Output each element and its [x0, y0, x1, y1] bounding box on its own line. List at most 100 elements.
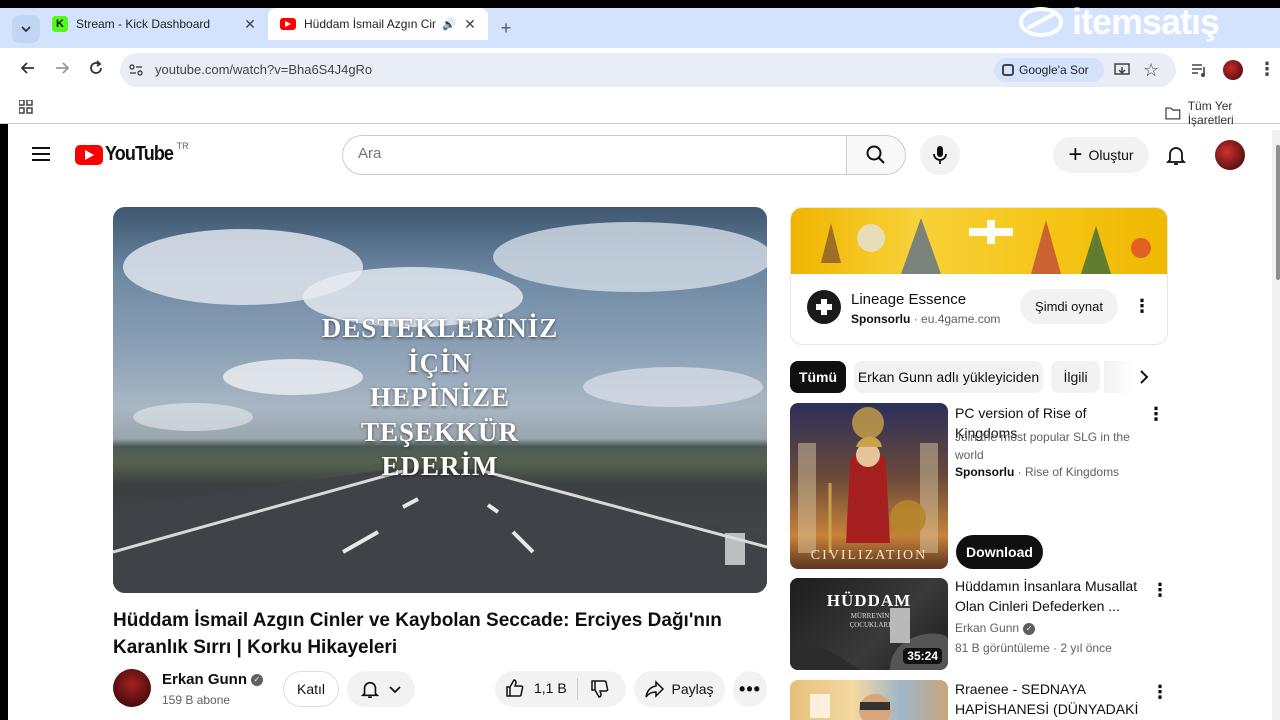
bookmark-star-icon[interactable]: ☆	[1143, 60, 1159, 81]
thumbs-up-icon	[506, 679, 524, 697]
chevron-down-icon	[21, 26, 31, 33]
ad-card[interactable]: Lineage Essence Sponsorlu · eu.4game.com…	[790, 207, 1168, 345]
new-tab-button[interactable]: +	[496, 16, 516, 40]
ad-sponsored-label: Sponsorlu	[851, 312, 911, 326]
tab-kick-dashboard[interactable]: K Stream - Kick Dashboard ✕	[40, 8, 268, 40]
recommendation-thumbnail[interactable]	[790, 680, 948, 720]
google-lens-button[interactable]: Google'a Sor	[994, 58, 1104, 82]
ad-domain: eu.4game.com	[921, 312, 1001, 326]
like-count: 1,1 B	[534, 680, 567, 696]
youtube-logo[interactable]: YouTube TR	[75, 141, 189, 166]
all-bookmarks-folder[interactable]: Tüm Yer İşaretleri	[1165, 99, 1280, 127]
recommendation-title[interactable]: Hüddamın İnsanlara Musallat Olan Cinleri…	[955, 576, 1145, 616]
search-box[interactable]	[342, 135, 847, 175]
recommendation-title[interactable]: Rraenee - SEDNAYA HAPİSHANESİ (DÜNYADAKİ…	[955, 680, 1145, 720]
share-button[interactable]: Paylaş	[634, 671, 725, 707]
notifications-bell-icon[interactable]	[1165, 144, 1187, 171]
video-player[interactable]: DESTEKLERİNİZ İÇİN HEPİNİZE TEŞEKKÜR EDE…	[113, 207, 767, 593]
ad-name: Lineage Essence	[851, 291, 967, 308]
ad-meta: Sponsorlu · eu.4game.com	[851, 312, 1001, 326]
bell-icon	[360, 681, 380, 698]
channel-avatar[interactable]	[113, 669, 151, 707]
view-count: 81 B görüntüleme	[955, 641, 1050, 655]
chevron-down-icon	[389, 686, 401, 694]
chips-next-chevron-icon[interactable]	[1136, 369, 1152, 390]
back-arrow-icon[interactable]	[18, 58, 38, 83]
dislike-button[interactable]	[590, 679, 610, 704]
ad-cta-button[interactable]: Şimdi oynat	[1020, 289, 1118, 324]
youtube-play-icon	[75, 144, 103, 165]
more-horizontal-icon: •••	[739, 679, 761, 699]
video-overlay-text: DESTEKLERİNİZ İÇİN HEPİNİZE TEŞEKKÜR EDE…	[113, 311, 767, 484]
recommendation-thumbnail[interactable]: HÜDDAM MÜRRE'NİN ÇOCUKLARI 35:24	[790, 578, 948, 670]
advertiser-name: Rise of Kingdoms	[1025, 465, 1120, 479]
recommendation-thumbnail[interactable]: CIVILIZATION	[790, 403, 948, 569]
more-actions-button[interactable]: •••	[733, 671, 767, 707]
recommendation-video[interactable]: Rraenee - SEDNAYA HAPİSHANESİ (DÜNYADAKİ…	[790, 680, 1170, 720]
chips-fade	[1104, 361, 1134, 393]
google-lens-label: Google'a Sor	[1019, 63, 1089, 77]
site-info-icon[interactable]	[126, 60, 146, 80]
sponsored-label: Sponsorlu	[955, 465, 1015, 479]
forward-arrow-icon[interactable]	[52, 58, 72, 83]
recommendation-more-icon[interactable]: ⋮	[1150, 682, 1170, 703]
overlay-line: İÇİN	[407, 347, 472, 378]
thumbnail-title: HÜDDAM	[826, 591, 912, 610]
hamburger-menu-icon[interactable]	[32, 146, 50, 167]
like-button[interactable]: 1,1 B	[505, 678, 567, 698]
apps-grid-icon[interactable]	[18, 99, 33, 119]
search-button[interactable]	[846, 135, 906, 175]
create-button[interactable]: + Oluştur	[1053, 137, 1149, 173]
chip-related[interactable]: İlgili	[1051, 361, 1100, 393]
folder-icon	[1165, 107, 1181, 120]
recommendation-description: Join the most popular SLG in the world	[955, 430, 1130, 462]
download-button[interactable]: Download	[956, 535, 1043, 569]
upload-age: 2 yıl önce	[1060, 641, 1112, 655]
recommendation-more-icon[interactable]: ⋮	[1150, 580, 1170, 601]
channel-name-text: Erkan Gunn	[955, 621, 1020, 635]
bookmarks-bar	[0, 92, 1280, 124]
watermark-text: itemsatış	[1072, 1, 1220, 42]
scrollbar-thumb[interactable]	[1276, 145, 1280, 280]
thumbnail-subtitle: MÜRRE'NİN ÇOCUKLARI	[849, 612, 891, 629]
kick-favicon-icon: K	[52, 16, 68, 32]
share-label: Paylaş	[671, 681, 714, 697]
close-icon[interactable]: ✕	[460, 16, 480, 33]
ad-logo-icon	[807, 290, 841, 324]
tab-label: Stream - Kick Dashboard	[76, 17, 211, 31]
recommendation-video[interactable]: HÜDDAM MÜRRE'NİN ÇOCUKLARI 35:24 Hüddamı…	[790, 578, 1170, 670]
tab-youtube-video[interactable]: Hüddam İsmail Azgın Cinler ve Kaybolan S…	[268, 8, 488, 40]
recommendation-more-icon[interactable]: ⋮	[1146, 404, 1166, 425]
channel-name[interactable]: Erkan Gunn ✓	[162, 671, 264, 688]
install-app-icon[interactable]	[1113, 61, 1131, 84]
reading-list-icon[interactable]	[1190, 61, 1208, 84]
verified-badge-icon: ✓	[1023, 622, 1036, 635]
plus-icon: +	[1068, 141, 1083, 168]
ad-more-icon[interactable]: ⋮	[1132, 296, 1152, 317]
url-text[interactable]: youtube.com/watch?v=Bha6S4J4gRo	[155, 62, 372, 77]
chip-all[interactable]: Tümü	[790, 361, 846, 393]
chip-from-uploader[interactable]: Erkan Gunn adlı yükleyiciden	[854, 361, 1043, 393]
profile-avatar[interactable]	[1223, 60, 1243, 80]
search-input[interactable]	[358, 145, 828, 162]
overlay-line: DESTEKLERİNİZ	[321, 313, 559, 343]
join-button[interactable]: Katıl	[283, 671, 339, 707]
recommendation-channel: Erkan Gunn ✓	[955, 619, 1036, 637]
create-label: Oluştur	[1088, 147, 1134, 163]
reload-icon[interactable]	[86, 58, 106, 83]
browser-menu-icon[interactable]: ⋮	[1258, 59, 1276, 80]
overlay-line: TEŞEKKÜR	[360, 416, 520, 447]
subscribed-bell-button[interactable]	[347, 671, 415, 707]
close-icon[interactable]: ✕	[240, 16, 260, 33]
recommendation-sponsor-line: Sponsorlu · Rise of Kingdoms	[955, 465, 1120, 479]
tab-search-button[interactable]	[12, 15, 40, 43]
recommendation-sponsored[interactable]: CIVILIZATION PC version of Rise of Kingd…	[790, 403, 1170, 569]
thumbnail-caption: CIVILIZATION	[810, 548, 928, 563]
speaker-icon[interactable]: 🔊	[442, 18, 456, 31]
voice-search-button[interactable]	[920, 135, 960, 175]
window-left-edge	[0, 124, 8, 720]
microphone-icon	[933, 146, 947, 164]
account-avatar[interactable]	[1215, 140, 1245, 170]
subscriber-count: 159 B abone	[162, 693, 231, 707]
lens-icon	[1002, 64, 1014, 76]
